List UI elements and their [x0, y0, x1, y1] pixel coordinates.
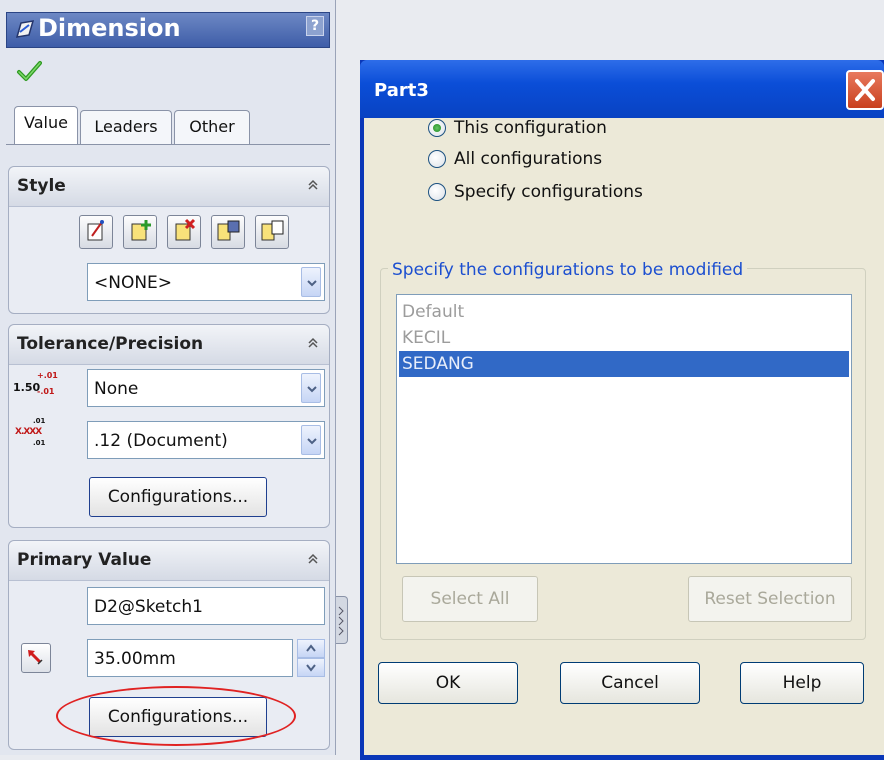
tolerance-type-select[interactable]: None — [87, 369, 325, 407]
ok-button[interactable]: OK — [378, 662, 518, 704]
tolerance-type-value: None — [94, 379, 139, 399]
style-group: Style <NONE> — [8, 166, 330, 314]
spin-up-button[interactable] — [297, 639, 325, 658]
tab-value[interactable]: Value — [14, 106, 78, 144]
primary-value-header[interactable]: Primary Value — [9, 541, 329, 581]
list-item[interactable]: Default — [399, 299, 849, 325]
radio-label: This configuration — [454, 118, 607, 138]
save-style-icon — [217, 220, 240, 241]
style-select[interactable]: <NONE> — [87, 263, 325, 301]
load-style-icon — [261, 220, 284, 241]
dialog-close-button[interactable] — [846, 70, 884, 110]
apply-default-style-button[interactable] — [79, 215, 113, 249]
chevron-down-icon[interactable] — [301, 267, 321, 297]
dimension-name-value: D2@Sketch1 — [94, 597, 203, 617]
radio-button[interactable] — [428, 183, 446, 201]
list-item[interactable]: KECIL — [399, 325, 849, 351]
dimension-value-field[interactable]: 35.00mm — [87, 639, 293, 677]
radio-button[interactable] — [428, 150, 446, 168]
style-group-header[interactable]: Style — [9, 167, 329, 207]
radio-label: All configurations — [454, 149, 603, 169]
add-style-button[interactable] — [123, 215, 157, 249]
delete-style-icon — [175, 218, 196, 241]
save-style-button[interactable] — [211, 215, 245, 249]
reverse-direction-icon — [28, 650, 43, 665]
dialog-title: Part3 — [374, 80, 429, 101]
reset-selection-button[interactable]: Reset Selection — [688, 576, 852, 622]
delete-style-button[interactable] — [167, 215, 201, 249]
tolerance-group-title: Tolerance/Precision — [17, 334, 204, 354]
close-icon — [855, 79, 875, 101]
precision-icon: .01 X.XXX .01 — [15, 417, 46, 447]
chevron-down-icon — [306, 664, 316, 672]
precision-select[interactable]: .12 (Document) — [87, 421, 325, 459]
highlight-ellipse — [56, 686, 296, 746]
configurations-groupbox-label: Specify the configurations to be modifie… — [388, 260, 748, 280]
list-item-selected[interactable]: SEDANG — [399, 351, 849, 377]
radio-label: Specify configurations — [454, 182, 643, 202]
collapse-icon[interactable] — [305, 551, 321, 567]
add-style-icon — [131, 220, 151, 241]
dialog-title-bar[interactable] — [360, 60, 884, 118]
chevron-down-icon[interactable] — [301, 425, 321, 455]
panel-splitter-handle[interactable] — [336, 596, 348, 644]
chevron-down-icon[interactable] — [301, 373, 321, 403]
collapse-icon[interactable] — [305, 335, 321, 351]
panel-title: Dimension — [38, 14, 181, 42]
help-button[interactable]: Help — [740, 662, 864, 704]
select-all-button[interactable]: Select All — [402, 576, 538, 622]
tolerance-group-header[interactable]: Tolerance/Precision — [9, 325, 329, 365]
style-select-value: <NONE> — [94, 273, 173, 293]
help-button[interactable]: ? — [306, 16, 324, 36]
cancel-button[interactable]: Cancel — [560, 662, 700, 704]
collapse-icon[interactable] — [305, 177, 321, 193]
dimension-icon — [15, 20, 35, 38]
style-group-title: Style — [17, 176, 66, 196]
load-style-button[interactable] — [255, 215, 289, 249]
dimension-name-field[interactable]: D2@Sketch1 — [87, 587, 325, 625]
tab-leaders[interactable]: Leaders — [80, 110, 172, 144]
grip-icon — [338, 606, 344, 636]
radio-button[interactable] — [428, 119, 446, 137]
configurations-list[interactable]: Default KECIL SEDANG — [396, 294, 852, 564]
dimension-value: 35.00mm — [94, 649, 176, 669]
ok-check-icon[interactable] — [16, 58, 42, 84]
tolerance-precision-group: Tolerance/Precision 1.50 +.01 -.01 None … — [8, 324, 330, 528]
tab-divider — [6, 144, 330, 145]
precision-value: .12 (Document) — [94, 431, 228, 451]
chevron-up-icon — [306, 644, 316, 652]
reverse-direction-button[interactable] — [21, 643, 51, 673]
tolerance-configurations-button[interactable]: Configurations... — [89, 477, 267, 517]
spin-down-button[interactable] — [297, 658, 325, 677]
tolerance-type-icon: 1.50 +.01 -.01 — [13, 371, 58, 396]
radio-selected-dot — [433, 124, 441, 132]
primary-value-title: Primary Value — [17, 550, 152, 570]
apply-style-icon — [87, 220, 104, 241]
tab-other[interactable]: Other — [174, 110, 250, 144]
